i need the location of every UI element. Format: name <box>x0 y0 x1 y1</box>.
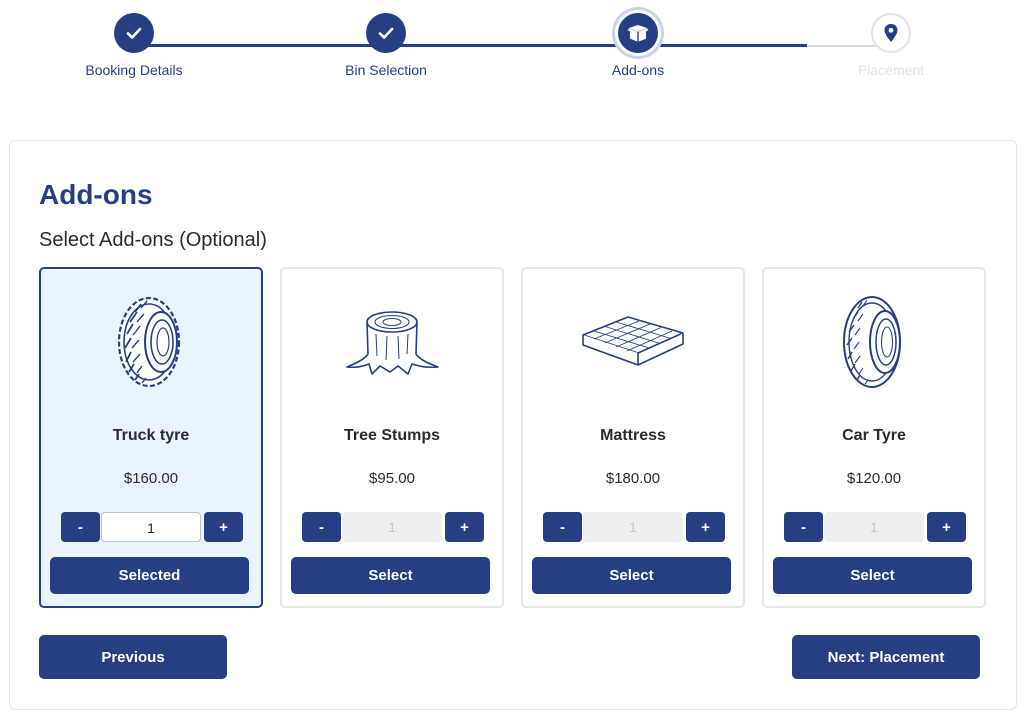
check-icon <box>378 27 394 39</box>
quantity-stepper: - 1 + <box>302 512 484 542</box>
quantity-stepper: - 1 + <box>543 512 725 542</box>
addon-card-car-tyre[interactable]: Car Tyre $120.00 - 1 + Select <box>762 267 986 608</box>
previous-button[interactable]: Previous <box>39 635 227 679</box>
step-circle <box>366 13 406 53</box>
addon-image <box>764 287 984 397</box>
increase-quantity-button[interactable]: + <box>445 512 484 542</box>
quantity-input[interactable]: 1 <box>342 512 442 542</box>
step-bin-selection[interactable]: Bin Selection <box>286 13 486 78</box>
step-placement[interactable]: Placement <box>791 13 991 78</box>
step-booking-details[interactable]: Booking Details <box>34 13 234 78</box>
page-title: Add-ons <box>39 179 153 210</box>
quantity-input[interactable]: 1 <box>824 512 924 542</box>
addon-card-truck-tyre[interactable]: Truck tyre $160.00 - 1 + Selected <box>39 267 263 608</box>
car-tyre-icon <box>843 296 901 388</box>
addon-image <box>523 287 743 397</box>
select-addon-button[interactable]: Select <box>773 557 972 594</box>
increase-quantity-button[interactable]: + <box>686 512 725 542</box>
step-circle <box>618 13 658 53</box>
decrease-quantity-button[interactable]: - <box>61 512 100 542</box>
addon-image <box>282 287 502 397</box>
section-subtitle: Select Add-ons (Optional) <box>39 229 267 251</box>
progress-stepper: Booking Details Bin Selection Add-ons Pl… <box>0 0 1024 95</box>
addon-name: Truck tyre <box>112 427 190 444</box>
addon-card-mattress[interactable]: Mattress $180.00 - 1 + Select <box>521 267 745 608</box>
step-add-ons[interactable]: Add-ons <box>538 13 738 78</box>
quantity-stepper: - 1 + <box>61 512 243 542</box>
addon-price: $95.00 <box>369 470 415 487</box>
addon-name: Tree Stumps <box>343 427 441 444</box>
select-addon-button[interactable]: Selected <box>50 557 249 594</box>
addon-name: Mattress <box>600 427 666 444</box>
step-label: Add-ons <box>611 62 665 78</box>
next-placement-button[interactable]: Next: Placement <box>792 635 980 679</box>
addon-image <box>41 287 261 397</box>
step-label: Booking Details <box>85 62 183 78</box>
select-addon-button[interactable]: Select <box>291 557 490 594</box>
step-label: Bin Selection <box>345 62 427 78</box>
quantity-stepper: - 1 + <box>784 512 966 542</box>
decrease-quantity-button[interactable]: - <box>543 512 582 542</box>
addon-price: $160.00 <box>123 470 179 487</box>
map-pin-icon <box>884 24 898 42</box>
quantity-input[interactable]: 1 <box>583 512 683 542</box>
check-icon <box>126 27 142 39</box>
addon-card-tree-stumps[interactable]: Tree Stumps $95.00 - 1 + Select <box>280 267 504 608</box>
addon-price: $180.00 <box>605 470 661 487</box>
increase-quantity-button[interactable]: + <box>927 512 966 542</box>
step-label: Placement <box>857 62 925 78</box>
mattress-icon <box>582 316 684 366</box>
truck-tyre-icon <box>117 296 181 388</box>
step-circle <box>114 13 154 53</box>
addon-name: Car Tyre <box>842 427 906 444</box>
box-icon <box>627 25 649 42</box>
select-addon-button[interactable]: Select <box>532 557 731 594</box>
decrease-quantity-button[interactable]: - <box>302 512 341 542</box>
increase-quantity-button[interactable]: + <box>204 512 243 542</box>
quantity-input[interactable]: 1 <box>101 512 201 542</box>
decrease-quantity-button[interactable]: - <box>784 512 823 542</box>
tree-stump-icon <box>346 311 439 375</box>
step-circle <box>871 13 911 53</box>
add-ons-panel: Add-ons Select Add-ons (Optional) Truck … <box>9 140 1017 710</box>
addon-price: $120.00 <box>846 470 902 487</box>
